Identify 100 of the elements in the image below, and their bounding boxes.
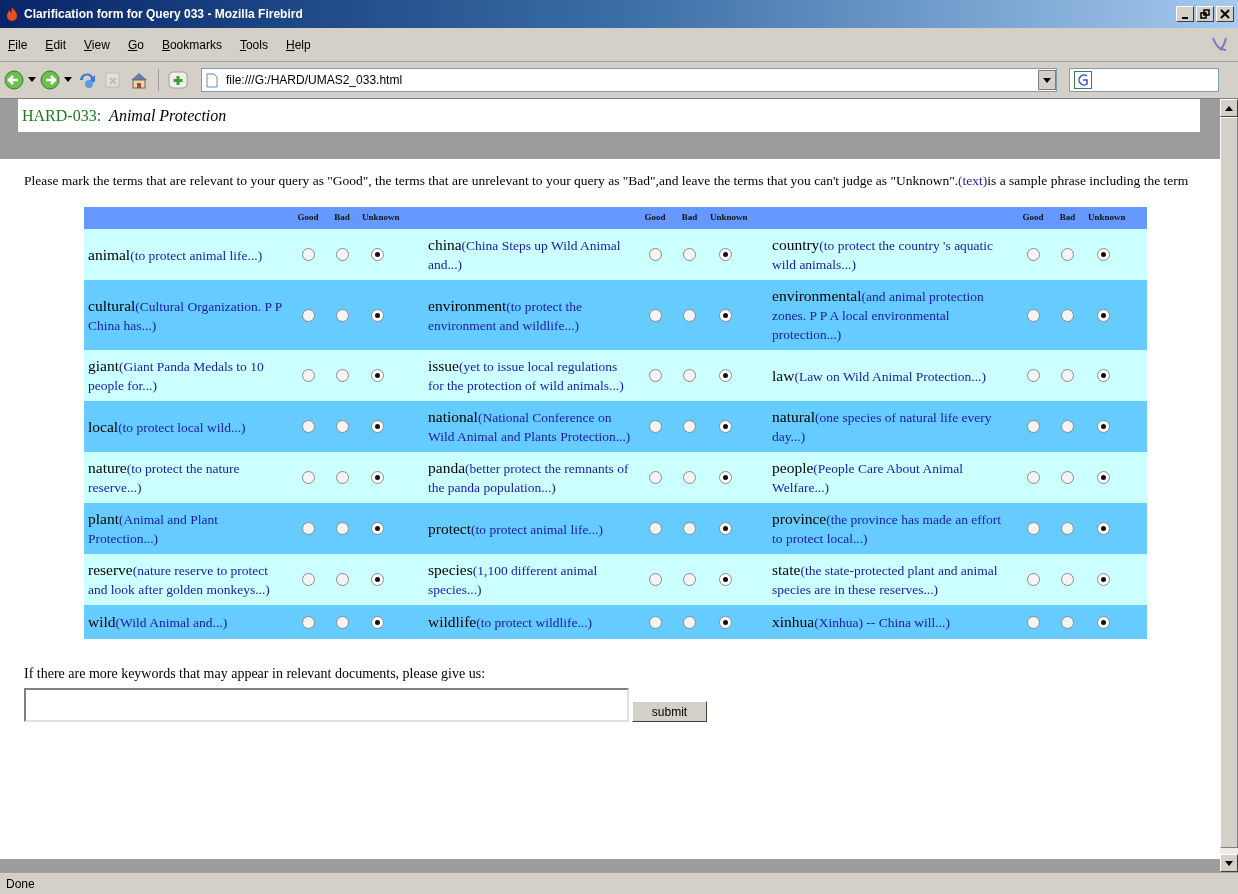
- radio-button[interactable]: [1061, 615, 1074, 629]
- radio-button[interactable]: [335, 573, 349, 586]
- column-header: Bad: [1058, 211, 1077, 225]
- radio-button[interactable]: [301, 615, 315, 629]
- search-field[interactable]: [1069, 68, 1219, 92]
- radio-button[interactable]: [1097, 369, 1110, 382]
- radio-button[interactable]: [301, 420, 315, 433]
- radio-button[interactable]: [335, 308, 349, 322]
- radio-button[interactable]: [1097, 248, 1110, 261]
- radio-button[interactable]: [335, 471, 349, 484]
- radio-button[interactable]: [1061, 248, 1074, 261]
- radio-button[interactable]: [648, 308, 662, 322]
- radio-button[interactable]: [648, 615, 662, 629]
- radio-button[interactable]: [301, 522, 315, 535]
- radio-button[interactable]: [719, 308, 732, 322]
- address-field[interactable]: file:///G:/HARD/UMAS2_033.html: [201, 68, 1057, 92]
- radio-button[interactable]: [301, 248, 315, 261]
- radio-button[interactable]: [371, 420, 384, 433]
- menu-item[interactable]: Tools: [239, 35, 268, 54]
- radio-button[interactable]: [371, 308, 384, 322]
- column-header: Unknown: [1087, 211, 1127, 225]
- menu-item[interactable]: Go: [127, 35, 144, 54]
- close-icon: [1220, 9, 1230, 19]
- radio-button[interactable]: [301, 308, 315, 322]
- caret-icon[interactable]: [28, 77, 36, 83]
- radio-button[interactable]: [683, 420, 696, 433]
- radio-button[interactable]: [371, 471, 384, 484]
- radio-button[interactable]: [719, 615, 732, 629]
- radio-button[interactable]: [648, 573, 662, 586]
- radio-button[interactable]: [335, 615, 349, 629]
- radio-button[interactable]: [371, 248, 384, 261]
- radio-button[interactable]: [335, 248, 349, 261]
- close-button[interactable]: [1216, 6, 1234, 22]
- radio-button[interactable]: [1097, 308, 1110, 322]
- radio-button[interactable]: [301, 471, 315, 484]
- radio-button[interactable]: [683, 471, 696, 484]
- radio-button[interactable]: [1026, 573, 1040, 586]
- bookmark-add-icon[interactable]: [167, 70, 189, 90]
- scroll-down-button[interactable]: [1220, 854, 1238, 872]
- radio-button[interactable]: [1097, 615, 1110, 629]
- caret-icon[interactable]: [64, 77, 72, 83]
- radio-button[interactable]: [371, 369, 384, 382]
- radio-button[interactable]: [301, 369, 315, 382]
- radio-button[interactable]: [1026, 369, 1040, 382]
- radio-button[interactable]: [648, 471, 662, 484]
- radio-button[interactable]: [1061, 369, 1074, 382]
- forward-icon[interactable]: [40, 70, 60, 90]
- radio-button[interactable]: [648, 522, 662, 535]
- back-icon[interactable]: [4, 70, 24, 90]
- radio-button[interactable]: [648, 248, 662, 261]
- radio-button[interactable]: [371, 522, 384, 535]
- radio-button[interactable]: [1061, 420, 1074, 433]
- menu-item[interactable]: Edit: [45, 35, 67, 54]
- radio-button[interactable]: [1026, 615, 1040, 629]
- menu-item[interactable]: View: [84, 35, 110, 54]
- radio-button[interactable]: [1097, 420, 1110, 433]
- menu-item[interactable]: Help: [285, 35, 311, 54]
- submit-button[interactable]: submit: [632, 701, 707, 722]
- radio-button[interactable]: [683, 573, 696, 586]
- radio-button[interactable]: [719, 522, 732, 535]
- radio-button[interactable]: [1061, 308, 1074, 322]
- caret-icon: [1043, 77, 1051, 83]
- menu-item[interactable]: File: [8, 35, 28, 54]
- radio-button[interactable]: [1097, 522, 1110, 535]
- menu-item[interactable]: Bookmarks: [161, 35, 222, 54]
- term-cell-text: species(1,100 different animal species...): [427, 560, 599, 599]
- radio-button[interactable]: [683, 308, 696, 322]
- term-cell-text: wildlife(to protect wildlife...): [427, 612, 594, 632]
- minimize-button[interactable]: [1176, 6, 1194, 22]
- radio-button[interactable]: [719, 471, 732, 484]
- restore-button[interactable]: [1196, 6, 1214, 22]
- radio-button[interactable]: [719, 369, 732, 382]
- radio-button[interactable]: [1026, 308, 1040, 322]
- radio-button[interactable]: [683, 615, 696, 629]
- dropdown-button[interactable]: [1038, 70, 1056, 90]
- radio-button[interactable]: [719, 573, 732, 586]
- radio-button[interactable]: [1061, 471, 1074, 484]
- radio-button[interactable]: [683, 522, 696, 535]
- radio-button[interactable]: [648, 369, 662, 382]
- radio-button[interactable]: [1061, 522, 1074, 535]
- radio-button[interactable]: [1097, 573, 1110, 586]
- radio-button[interactable]: [335, 369, 349, 382]
- radio-button[interactable]: [683, 369, 696, 382]
- radio-button[interactable]: [719, 248, 732, 261]
- keywords-field[interactable]: [24, 688, 629, 722]
- radio-button[interactable]: [683, 248, 696, 261]
- radio-button[interactable]: [1061, 573, 1074, 586]
- radio-button[interactable]: [371, 573, 384, 586]
- radio-button[interactable]: [1026, 248, 1040, 261]
- scroll-up-button[interactable]: [1220, 99, 1238, 117]
- radio-button[interactable]: [1097, 471, 1110, 484]
- radio-button[interactable]: [335, 420, 349, 433]
- radio-button[interactable]: [719, 420, 732, 433]
- radio-button[interactable]: [648, 420, 662, 433]
- radio-button[interactable]: [1026, 471, 1040, 484]
- radio-button[interactable]: [335, 522, 349, 535]
- radio-button[interactable]: [1026, 522, 1040, 535]
- radio-button[interactable]: [1026, 420, 1040, 433]
- radio-button[interactable]: [371, 615, 384, 629]
- radio-button[interactable]: [301, 573, 315, 586]
